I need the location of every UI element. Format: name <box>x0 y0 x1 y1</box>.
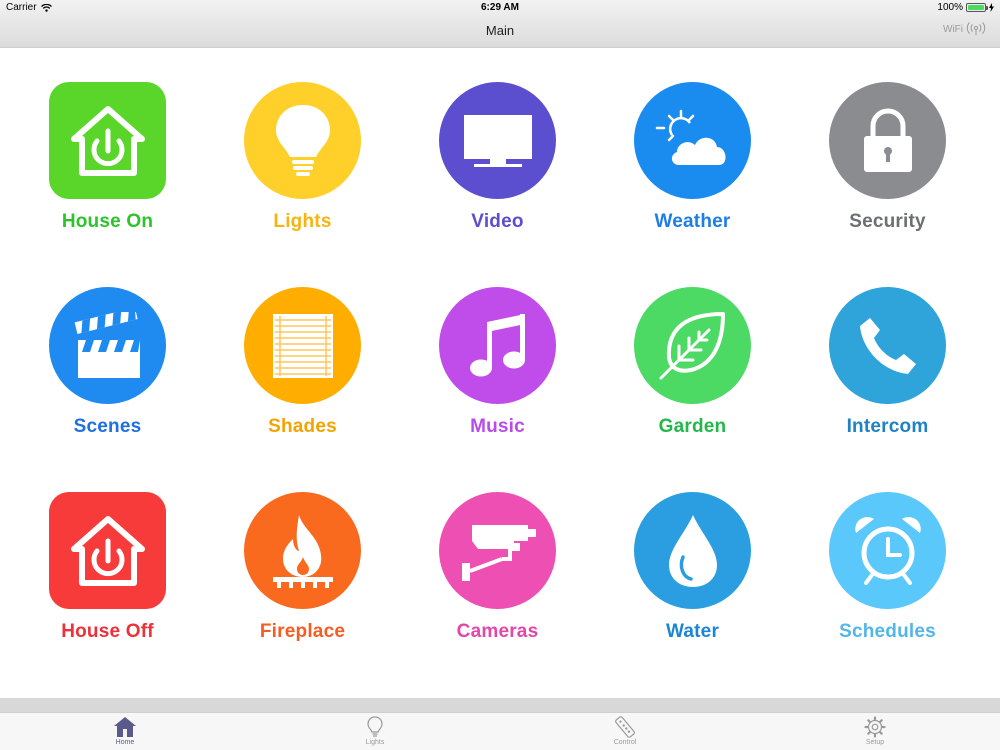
tile-security[interactable]: Security <box>790 48 985 238</box>
clapperboard-icon <box>49 287 166 404</box>
home-icon <box>114 717 136 737</box>
battery-icon <box>966 3 988 12</box>
app-root: Carrier 6:29 AM 100% Main WiFi House On … <box>0 0 1000 750</box>
tab-label: Home <box>115 739 135 746</box>
tile-label: Lights <box>273 211 332 232</box>
tile-garden[interactable]: Garden <box>595 253 790 443</box>
nav-title: Main <box>485 23 515 38</box>
tab-label: Lights <box>365 739 385 746</box>
tile-house-on[interactable]: House On <box>10 48 205 238</box>
phone-icon <box>829 287 946 404</box>
tile-water[interactable]: Water <box>595 458 790 648</box>
weather-icon <box>634 82 751 199</box>
tile-cameras[interactable]: Cameras <box>400 458 595 648</box>
tile-label: Fireplace <box>259 621 346 642</box>
battery-percent: 100% <box>937 2 963 13</box>
tile-shades[interactable]: Shades <box>205 253 400 443</box>
tile-label: Cameras <box>456 621 539 642</box>
leaf-icon <box>634 287 751 404</box>
tile-label: Music <box>470 416 525 437</box>
lock-icon <box>829 82 946 199</box>
tab-label: Control <box>613 739 637 746</box>
remote-icon <box>615 716 635 738</box>
tile-lights[interactable]: Lights <box>205 48 400 238</box>
tab-lights[interactable]: Lights <box>250 713 500 750</box>
tile-intercom[interactable]: Intercom <box>790 253 985 443</box>
tab-label: Setup <box>865 739 885 746</box>
tile-fireplace[interactable]: Fireplace <box>205 458 400 648</box>
tile-label: House Off <box>61 621 154 642</box>
status-time: 6:29 AM <box>481 2 519 13</box>
broadcast-icon <box>966 22 986 35</box>
shades-icon <box>244 287 361 404</box>
tile-schedules[interactable]: Schedules <box>790 458 985 648</box>
tile-label: Scenes <box>73 416 142 437</box>
water-drop-icon <box>634 492 751 609</box>
camera-icon <box>439 492 556 609</box>
house-power-icon <box>49 82 166 199</box>
tile-house-off[interactable]: House Off <box>10 458 205 648</box>
flame-icon <box>244 492 361 609</box>
tile-video[interactable]: Video <box>400 48 595 238</box>
tile-weather[interactable]: Weather <box>595 48 790 238</box>
tile-music[interactable]: Music <box>400 253 595 443</box>
bottom-divider <box>0 698 1000 712</box>
tile-label: Weather <box>654 211 731 232</box>
tile-label: Video <box>471 211 524 232</box>
tile-label: Garden <box>658 416 727 437</box>
tile-label: Shades <box>268 416 337 437</box>
tab-home[interactable]: Home <box>0 713 250 750</box>
alarm-clock-icon <box>829 492 946 609</box>
lightbulb-icon <box>244 82 361 199</box>
tile-scenes[interactable]: Scenes <box>10 253 205 443</box>
tab-bar: Home Lights Control Setup <box>0 712 1000 750</box>
house-power-icon <box>49 492 166 609</box>
charging-bolt-icon <box>989 3 994 12</box>
battery-status: 100% <box>937 2 994 13</box>
tile-label: Schedules <box>839 621 936 642</box>
tile-label: Intercom <box>846 416 929 437</box>
gear-icon <box>864 716 886 738</box>
tile-label: Security <box>849 211 926 232</box>
music-note-icon <box>439 287 556 404</box>
top-bar: Carrier 6:29 AM 100% Main WiFi <box>0 0 1000 48</box>
main-grid: House On Lights Video Weather Security S… <box>0 48 1000 698</box>
status-bar: Carrier 6:29 AM 100% <box>0 0 1000 16</box>
wifi-button[interactable]: WiFi <box>943 22 986 36</box>
tab-control[interactable]: Control <box>500 713 750 750</box>
tile-label: Water <box>665 621 720 642</box>
tile-label: House On <box>61 211 154 232</box>
lightbulb-icon <box>367 716 383 737</box>
wifi-label: WiFi <box>943 23 963 35</box>
tab-setup[interactable]: Setup <box>750 713 1000 750</box>
tv-icon <box>439 82 556 199</box>
